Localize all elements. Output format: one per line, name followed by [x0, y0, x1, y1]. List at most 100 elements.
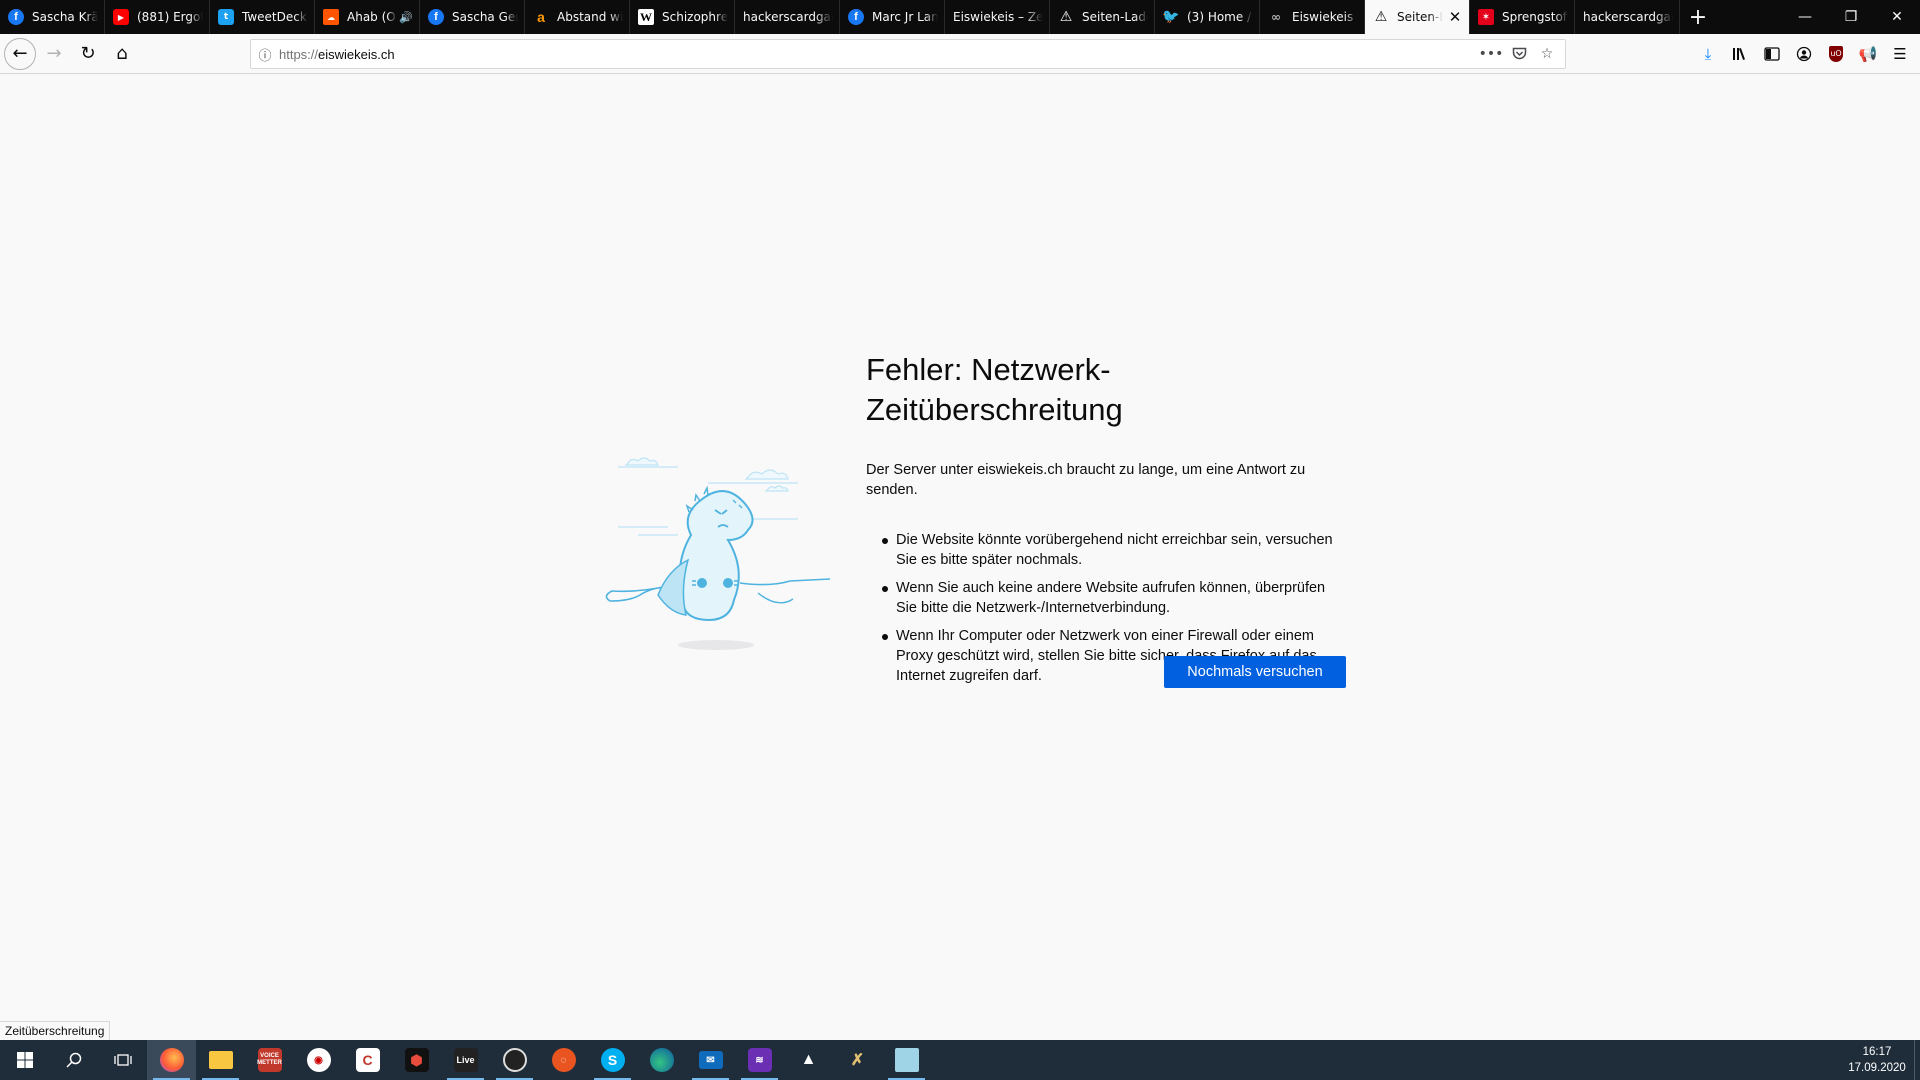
obs-icon [502, 1048, 527, 1072]
reload-icon: ↻ [80, 43, 96, 64]
tools-icon: ✗ [850, 1052, 865, 1069]
taskbar-app-6[interactable]: ⬢ [392, 1040, 441, 1080]
firefox-icon [159, 1048, 184, 1072]
tab-15[interactable]: ✶ Sprengstoff [1470, 0, 1575, 34]
new-tab-button[interactable]: + [1680, 0, 1716, 34]
tab-12[interactable]: 🐦 (3) Home / [1155, 0, 1260, 34]
skype-icon: S [600, 1048, 625, 1072]
tab-7[interactable]: W Schizophren [630, 0, 735, 34]
search-button[interactable] [49, 1040, 98, 1080]
tab-label: Sascha Gerh [452, 10, 518, 24]
restore-button[interactable]: ❐ [1828, 0, 1874, 34]
speaker-icon[interactable]: 🔊 [399, 11, 413, 24]
tab-label: Eiswiekeis – [1292, 10, 1358, 24]
url-host: eiswiekeis.ch [318, 46, 395, 62]
purple-app-icon: ≋ [747, 1048, 772, 1072]
url-bar[interactable]: ⓘ https://eiswiekeis.ch ••• ☆ [250, 39, 1566, 69]
tab-14-active[interactable]: ⚠ Seiten-L ✕ [1365, 0, 1470, 34]
tab-label: Schizophren [662, 10, 728, 24]
stern-icon: ✶ [1478, 9, 1494, 25]
tab-9[interactable]: f Marc Jr Lanc [840, 0, 945, 34]
task-view-button[interactable] [98, 1040, 147, 1080]
taskbar-voicemeeter[interactable]: VOICE METTER [245, 1040, 294, 1080]
tab-8[interactable]: hackerscardgam [735, 0, 840, 34]
home-button[interactable]: ⌂ [106, 38, 138, 70]
start-button[interactable] [0, 1040, 49, 1080]
tab-label: Marc Jr Lanc [872, 10, 938, 24]
taskbar-ubuntu[interactable]: ◌ [539, 1040, 588, 1080]
taskbar-app-16[interactable] [882, 1040, 931, 1080]
facebook-icon: f [8, 9, 24, 25]
tab-label: Eiswiekeis – Zeic [953, 10, 1043, 24]
retry-button[interactable]: Nochmals versuchen [1164, 656, 1346, 688]
tab-label: hackerscardgam [1583, 10, 1673, 24]
ublock-origin-icon[interactable]: uO [1820, 38, 1852, 70]
site-info-icon[interactable]: ⓘ [251, 45, 279, 64]
plus-icon: + [1688, 4, 1708, 30]
megaphone-icon[interactable]: 📢 [1852, 38, 1884, 70]
hamburger-menu-icon[interactable]: ☰ [1884, 38, 1916, 70]
cube-app-icon: ⬢ [404, 1048, 429, 1072]
back-button[interactable]: ← [4, 37, 36, 70]
taskbar-obs[interactable] [490, 1040, 539, 1080]
tab-1[interactable]: f Sascha Krän [0, 0, 105, 34]
taskbar-app-15[interactable]: ✗ [833, 1040, 882, 1080]
close-window-button[interactable]: ✕ [1874, 0, 1920, 34]
close-tab-icon[interactable]: ✕ [1447, 8, 1463, 26]
tab-5[interactable]: f Sascha Gerh [420, 0, 525, 34]
mail-icon: ✉ [698, 1051, 723, 1069]
tab-2[interactable]: ▶ (881) Ergoth [105, 0, 210, 34]
tab-3[interactable]: t TweetDeck [210, 0, 315, 34]
show-desktop-button[interactable] [1914, 1040, 1920, 1080]
reload-button[interactable]: ↻ [72, 38, 104, 70]
tab-13[interactable]: ∞ Eiswiekeis – [1260, 0, 1365, 34]
tab-label: Sascha Krän [32, 10, 98, 24]
navigation-toolbar: ← → ↻ ⌂ ⓘ https://eiswiekeis.ch ••• ☆ ⤓ … [0, 34, 1920, 74]
taskbar-edge[interactable] [637, 1040, 686, 1080]
tab-10[interactable]: Eiswiekeis – Zeic [945, 0, 1050, 34]
account-icon[interactable] [1788, 38, 1820, 70]
soundcloud-icon: ☁ [323, 9, 339, 25]
facebook-icon: f [848, 9, 864, 25]
taskbar-app-13[interactable]: ≋ [735, 1040, 784, 1080]
tab-label: TweetDeck [242, 10, 307, 24]
task-view-icon [113, 1054, 132, 1066]
tab-label: Seiten-Lade [1082, 10, 1148, 24]
inkscape-icon: ▲ [800, 1051, 817, 1068]
taskbar-ableton-live[interactable]: Live [441, 1040, 490, 1080]
error-description: Der Server unter eiswiekeis.ch braucht z… [866, 462, 1306, 498]
taskbar-app-5[interactable]: C [343, 1040, 392, 1080]
cubase-icon: C [355, 1048, 380, 1072]
bookmark-star-icon[interactable]: ☆ [1533, 40, 1561, 68]
clock-time: 16:17 [1862, 1046, 1892, 1058]
minimize-button[interactable]: — [1782, 0, 1828, 34]
tab-label: Seiten-L [1397, 10, 1443, 24]
page-actions-menu-icon[interactable]: ••• [1477, 40, 1505, 68]
tab-4[interactable]: ☁ Ahab (O 🔊 [315, 0, 420, 34]
amazon-icon: a [537, 9, 545, 25]
tab-6[interactable]: a Abstand wir [525, 0, 630, 34]
url-text[interactable]: https://eiswiekeis.ch [279, 47, 1477, 62]
sidebar-icon[interactable] [1756, 38, 1788, 70]
forward-button[interactable]: → [38, 38, 70, 70]
error-container: Fehler: Netzwerk- Zeitüberschreitung Der… [866, 350, 1346, 694]
taskbar-app-4[interactable]: ◉ [294, 1040, 343, 1080]
library-icon[interactable] [1724, 38, 1756, 70]
windows-logo-icon [16, 1052, 33, 1068]
taskbar-skype[interactable]: S [588, 1040, 637, 1080]
notepad-icon [894, 1048, 919, 1072]
tab-16[interactable]: hackerscardgam [1575, 0, 1680, 34]
taskbar-firefox[interactable] [147, 1040, 196, 1080]
system-clock[interactable]: 16:17 17.09.2020 [1840, 1040, 1914, 1080]
taskbar-file-explorer[interactable] [196, 1040, 245, 1080]
taskbar-app-14[interactable]: ▲ [784, 1040, 833, 1080]
tab-label: (3) Home / [1187, 10, 1252, 24]
wikipedia-icon: W [638, 9, 654, 25]
tab-11[interactable]: ⚠ Seiten-Lade [1050, 0, 1155, 34]
pocket-icon[interactable] [1505, 40, 1533, 68]
status-panel: Zeitüberschreitung [0, 1021, 111, 1041]
tab-label: hackerscardgam [743, 10, 833, 24]
downloads-icon[interactable]: ⤓ [1692, 38, 1724, 70]
taskbar-mail[interactable]: ✉ [686, 1040, 735, 1080]
voicemeeter-label-bottom: METTER [257, 1060, 282, 1066]
